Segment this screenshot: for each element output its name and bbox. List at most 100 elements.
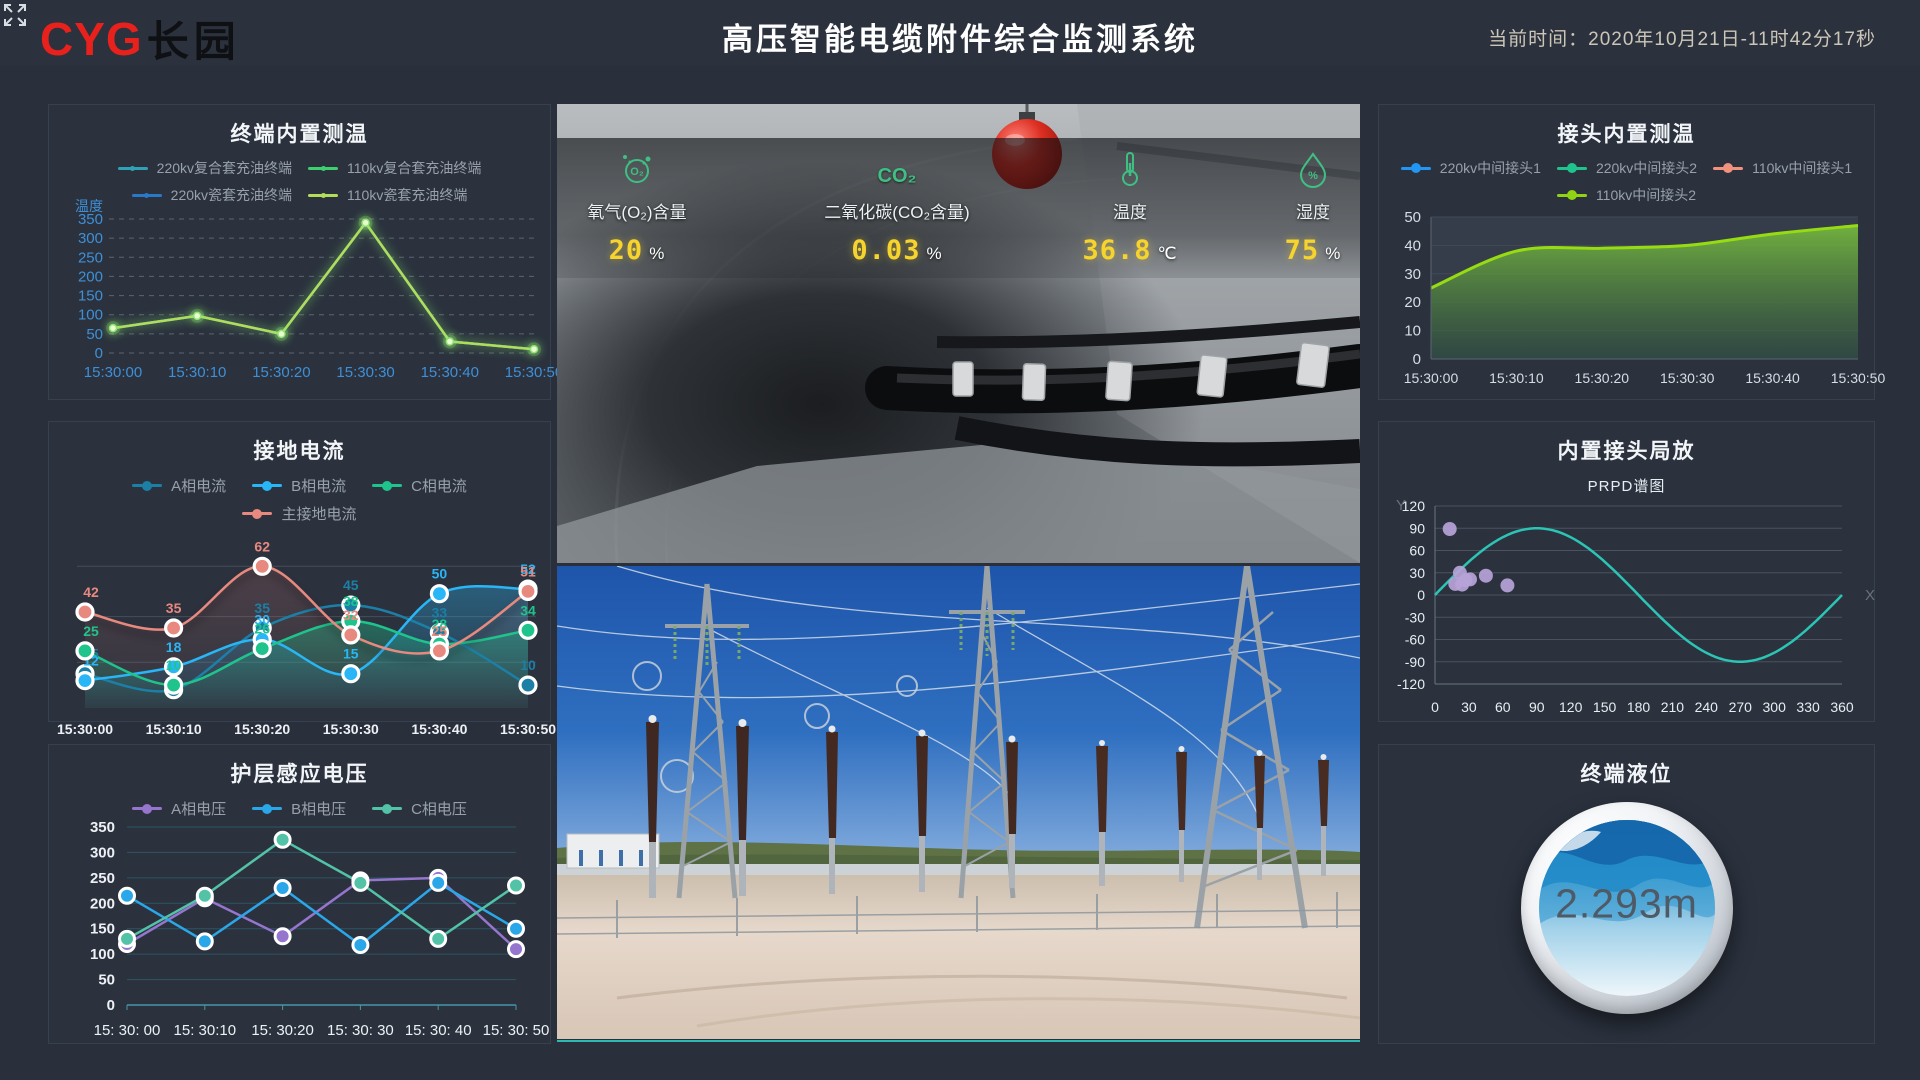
svg-text:270: 270 — [1729, 699, 1753, 715]
legend-item[interactable]: B相电流 — [252, 475, 346, 496]
svg-text:-90: -90 — [1405, 654, 1425, 670]
panel-title-terminal-temp: 终端内置测温 — [49, 118, 550, 148]
ground-current-chart[interactable]: 1583545331012183015505225102638283442356… — [49, 524, 552, 742]
legend-marker — [372, 807, 402, 810]
sensor-humidity-label: 湿度 — [1263, 198, 1360, 223]
svg-text:温度: 温度 — [75, 198, 103, 214]
legend-item[interactable]: 220kv瓷套充油终端 — [132, 185, 292, 205]
svg-text:15:30:40: 15:30:40 — [421, 364, 479, 381]
legend-label: 220kv中间接头1 — [1440, 158, 1541, 178]
panel-prpd: 内置接头局放 PRPD谱图 -120-90-60-300306090120030… — [1378, 421, 1875, 722]
svg-text:-120: -120 — [1397, 676, 1425, 692]
sensor-co2-unit: % — [926, 244, 942, 263]
center-frame-line — [557, 1040, 1360, 1042]
svg-text:62: 62 — [254, 538, 270, 554]
sensor-temperature-value: 36.8 — [1082, 235, 1151, 266]
svg-text:360: 360 — [1830, 699, 1854, 715]
ground-current-legend: A相电流 B相电流 C相电流主接地电流 — [49, 475, 550, 524]
legend-item[interactable]: B相电压 — [252, 798, 346, 819]
legend-item[interactable]: 220kv中间接头1 — [1401, 158, 1541, 178]
legend-marker — [1557, 167, 1587, 170]
svg-text:300: 300 — [90, 844, 115, 861]
legend-marker — [308, 194, 338, 197]
svg-text:15:30:10: 15:30:10 — [1489, 370, 1544, 386]
panel-title-prpd: 内置接头局放 — [1379, 435, 1874, 465]
svg-text:0: 0 — [1417, 587, 1425, 603]
sensor-oxygen-value: 20 — [609, 235, 644, 266]
svg-text:30: 30 — [1404, 266, 1421, 283]
svg-text:15:30:40: 15:30:40 — [411, 721, 467, 737]
terminal-temp-chart[interactable]: 050100150200250300350温度15:30:0015:30:101… — [49, 205, 552, 383]
legend-marker — [118, 167, 148, 170]
svg-text:10: 10 — [520, 657, 536, 673]
svg-text:300: 300 — [78, 230, 103, 247]
svg-text:-30: -30 — [1405, 609, 1425, 625]
svg-text:15:30:20: 15:30:20 — [252, 364, 310, 381]
sensor-co2: CO₂ 二氧化碳(CO₂含量) 0.03% — [785, 146, 1009, 266]
svg-text:35: 35 — [166, 600, 182, 616]
sensor-humidity-unit: % — [1325, 244, 1341, 263]
svg-text:51: 51 — [520, 563, 536, 579]
svg-text:150: 150 — [90, 921, 115, 938]
prpd-chart[interactable]: -120-90-60-30030609012003060901201501802… — [1379, 496, 1876, 722]
svg-text:10: 10 — [1404, 323, 1421, 340]
legend-item[interactable]: A相电压 — [132, 798, 226, 819]
svg-text:Y: Y — [1396, 497, 1406, 514]
sheath-voltage-chart[interactable]: 05010015020025030035015: 30: 0015: 30:10… — [49, 819, 552, 1041]
joint-temp-legend: 220kv中间接头1 220kv中间接头2 110kv中间接头1 110kv中间接头2 — [1379, 158, 1874, 205]
legend-item[interactable]: 110kv瓷套充油终端 — [308, 185, 467, 205]
svg-text:50: 50 — [86, 326, 103, 343]
svg-text:50: 50 — [98, 972, 115, 989]
legend-item[interactable]: 220kv中间接头2 — [1557, 158, 1697, 178]
svg-text:150: 150 — [78, 288, 103, 305]
panel-title-sheath-voltage: 护层感应电压 — [49, 758, 550, 788]
legend-item[interactable]: 110kv复合套充油终端 — [308, 158, 481, 178]
legend-item[interactable]: 110kv中间接头2 — [1557, 185, 1696, 205]
panel-liquid-level: 终端液位 — [1378, 744, 1875, 1044]
svg-text:10: 10 — [166, 657, 182, 673]
svg-text:100: 100 — [90, 946, 115, 963]
panel-title-liquid-level: 终端液位 — [1379, 758, 1874, 788]
svg-text:50: 50 — [432, 566, 448, 582]
legend-item[interactable]: A相电流 — [132, 475, 226, 496]
panel-title-ground-current: 接地电流 — [49, 435, 550, 465]
substation-image — [557, 566, 1360, 1039]
svg-text:200: 200 — [90, 895, 115, 912]
tunnel-camera-image: O₂ 氧气(O₂)含量 20% CO₂ 二氧化碳(CO₂含量) 0.03% — [557, 104, 1360, 563]
svg-text:120: 120 — [1559, 699, 1583, 715]
svg-text:15:30:50: 15:30:50 — [500, 721, 556, 737]
legend-marker — [1713, 167, 1743, 170]
svg-text:100: 100 — [78, 307, 103, 324]
thermometer-icon — [1045, 146, 1215, 188]
panel-joint-temp: 接头内置测温 220kv中间接头1220kv中间接头2110kv中间接头1110… — [1378, 104, 1875, 400]
svg-text:15:30:00: 15:30:00 — [84, 364, 142, 381]
legend-item[interactable]: 110kv中间接头1 — [1713, 158, 1852, 178]
svg-text:32: 32 — [343, 607, 359, 623]
legend-label: 220kv中间接头2 — [1596, 158, 1697, 178]
joint-temp-chart[interactable]: 0102030405015:30:0015:30:1015:30:2015:30… — [1379, 205, 1876, 389]
legend-item[interactable]: 220kv复合套充油终端 — [118, 158, 292, 178]
svg-text:240: 240 — [1695, 699, 1719, 715]
legend-marker — [308, 167, 338, 170]
legend-item[interactable]: 主接地电流 — [242, 503, 356, 524]
legend-label: A相电压 — [171, 798, 226, 819]
legend-label: 110kv中间接头2 — [1596, 185, 1696, 205]
panel-terminal-temp: 终端内置测温 220kv复合套充油终端 110kv复合套充油终端 220kv瓷套充油… — [48, 104, 551, 400]
prpd-subtitle: PRPD谱图 — [1379, 475, 1874, 496]
dashboard: CYG 长园 高压智能电缆附件综合监测系统 当前时间：2020年10月21日-1… — [0, 0, 1920, 1080]
svg-text:15:30:30: 15:30:30 — [323, 721, 379, 737]
sensor-temperature-label: 温度 — [1045, 198, 1215, 223]
svg-text:200: 200 — [78, 268, 103, 285]
svg-text:0: 0 — [1413, 351, 1421, 368]
legend-label: B相电流 — [291, 475, 346, 496]
legend-item[interactable]: C相电流 — [372, 475, 467, 496]
svg-text:150: 150 — [1593, 699, 1617, 715]
legend-marker — [132, 194, 162, 197]
legend-label: B相电压 — [291, 798, 346, 819]
legend-marker — [132, 484, 162, 487]
svg-text:18: 18 — [166, 639, 182, 655]
legend-item[interactable]: C相电压 — [372, 798, 467, 819]
legend-marker — [252, 484, 282, 487]
svg-text:15: 30: 00: 15: 30: 00 — [94, 1022, 161, 1039]
o2-icon: O₂ — [557, 146, 717, 188]
